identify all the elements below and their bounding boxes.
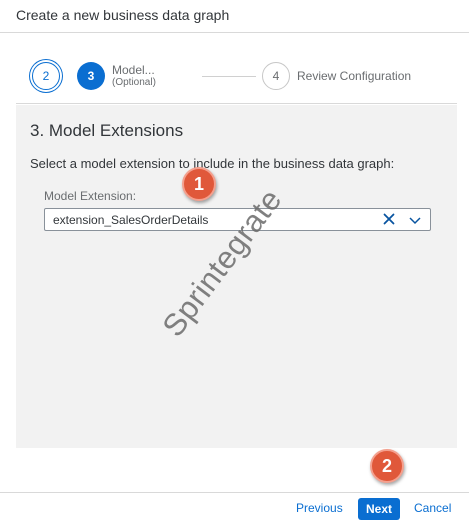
wizard-step-2[interactable]: 2 bbox=[32, 62, 60, 90]
instruction-text: Select a model extension to include in t… bbox=[30, 156, 395, 171]
previous-button[interactable]: Previous bbox=[296, 501, 343, 515]
dialog-footer: Previous Next Cancel bbox=[0, 492, 469, 523]
step-3-sublabel: (Optional) bbox=[112, 77, 156, 88]
wizard-progress-bar: 2 3 Model... (Optional) 4 Review Configu… bbox=[16, 49, 457, 104]
model-extension-value[interactable]: extension_SalesOrderDetails bbox=[53, 213, 208, 227]
step-4-label: Review Configuration bbox=[297, 69, 412, 83]
wizard-step-3[interactable]: 3 bbox=[77, 62, 105, 90]
annotation-marker-1: 1 bbox=[182, 167, 216, 201]
next-button[interactable]: Next bbox=[358, 498, 400, 520]
step-3-label: Model... bbox=[112, 63, 155, 77]
step-connector bbox=[202, 76, 256, 77]
step-number: 4 bbox=[272, 69, 280, 83]
content-panel: 3. Model Extensions Select a model exten… bbox=[16, 105, 457, 448]
dialog-header: Create a new business data graph bbox=[0, 0, 469, 33]
model-extension-label: Model Extension: bbox=[44, 189, 137, 203]
close-icon[interactable] bbox=[382, 212, 396, 226]
dialog-title: Create a new business data graph bbox=[16, 7, 230, 23]
section-title: 3. Model Extensions bbox=[30, 121, 184, 140]
wizard-step-4[interactable]: 4 bbox=[262, 62, 290, 90]
cancel-button[interactable]: Cancel bbox=[414, 501, 451, 515]
step-number: 3 bbox=[87, 69, 95, 83]
step-number: 2 bbox=[42, 69, 50, 83]
chevron-down-icon[interactable] bbox=[408, 213, 422, 227]
annotation-marker-2: 2 bbox=[370, 449, 404, 483]
